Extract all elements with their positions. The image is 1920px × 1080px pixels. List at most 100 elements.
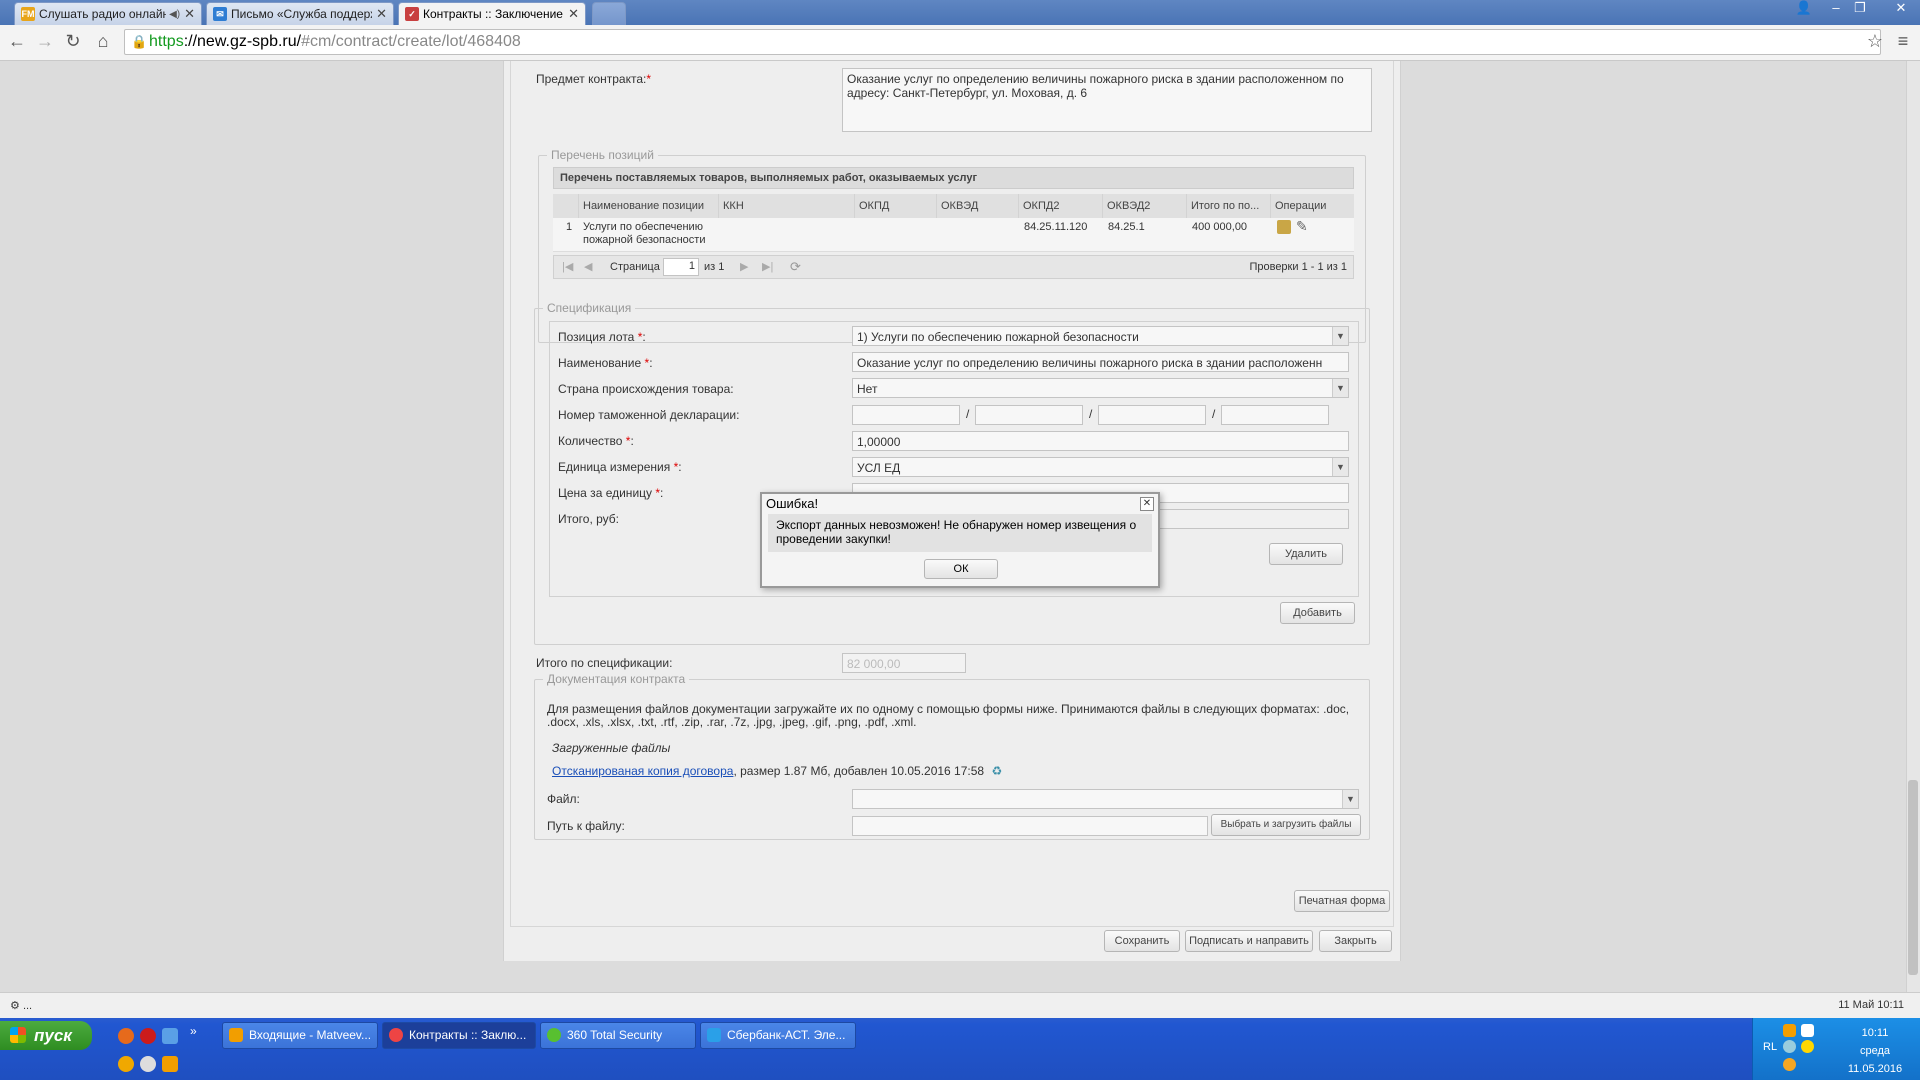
sign-and-send-button[interactable]: Подписать и направить (1185, 930, 1313, 952)
tab-contracts[interactable]: ✓ Контракты :: Заключение ✕ (398, 2, 586, 25)
task-sberbank-ast[interactable]: Сбербанк-АСТ. Эле... (700, 1022, 856, 1049)
positions-grid-header: Наименование позиции ККН ОКПД ОКВЭД ОКПД… (553, 194, 1354, 218)
choose-upload-button[interactable]: Выбрать и загрузить файлы (1211, 814, 1361, 836)
name-input[interactable]: Оказание услуг по определению величины п… (852, 352, 1349, 372)
home-icon[interactable]: ⌂ (92, 31, 114, 52)
quantity-input[interactable]: 1,00000 (852, 431, 1349, 451)
unit-select[interactable]: УСЛ ЕД ▼ (852, 457, 1349, 477)
delete-file-icon[interactable]: ♻ (991, 764, 1002, 778)
col-okpd[interactable]: ОКПД (855, 194, 937, 218)
customs-part1-input[interactable] (852, 405, 960, 425)
quantity-label: Количество *: (558, 434, 634, 448)
uploaded-file-row: Отсканированая копия договора, размер 1.… (552, 764, 1003, 778)
tab-radio[interactable]: FM Слушать радио онлайн ◀) ✕ (14, 2, 202, 25)
tray-360-icon[interactable] (1801, 1040, 1814, 1053)
start-button[interactable]: пуск (0, 1021, 92, 1050)
restore-icon[interactable]: ❐ (1848, 0, 1872, 18)
dialog-message: Экспорт данных невозможен! Не обнаружен … (768, 514, 1152, 552)
reload-icon[interactable]: ↻ (62, 31, 84, 52)
mail-favicon-icon: ✉ (213, 7, 227, 21)
address-bar[interactable]: 🔒 https://new.gz-spb.ru/#cm/contract/cre… (124, 29, 1881, 55)
media-icon[interactable] (140, 1056, 156, 1072)
outlook-icon (229, 1028, 243, 1042)
tray-outlook-icon[interactable] (1783, 1024, 1796, 1037)
path-label: Путь к файлу: (547, 819, 625, 833)
forward-icon[interactable]: → (34, 31, 56, 52)
save-button[interactable]: Сохранить (1104, 930, 1180, 952)
chevron-down-icon: ▼ (1342, 790, 1358, 808)
menu-icon[interactable]: ≡ (1892, 31, 1914, 52)
quicklaunch-more-icon[interactable]: » (190, 1024, 197, 1038)
table-row[interactable]: 1 Услуги по обеспечению пожарной безопасн… (553, 218, 1354, 252)
customs-part3-input[interactable] (1098, 405, 1206, 425)
country-select[interactable]: Нет ▼ (852, 378, 1349, 398)
edit-pencil-icon[interactable]: ✎ (1296, 218, 1308, 235)
task-360-security[interactable]: 360 Total Security (540, 1022, 696, 1049)
language-indicator[interactable]: RL (1763, 1041, 1777, 1053)
opera-icon[interactable] (140, 1028, 156, 1044)
page-number-input[interactable]: 1 (663, 258, 699, 276)
price-label: Цена за единицу *: (558, 486, 664, 500)
chevron-down-icon: ▼ (1332, 379, 1348, 397)
minimize-icon[interactable]: – (1824, 0, 1848, 18)
col-okpd2[interactable]: ОКПД2 (1019, 194, 1103, 218)
customs-part4-input[interactable] (1221, 405, 1329, 425)
close-icon[interactable]: ✕ (376, 6, 387, 22)
back-icon[interactable]: ← (6, 31, 28, 52)
col-okved2[interactable]: ОКВЭД2 (1103, 194, 1187, 218)
col-name[interactable]: Наименование позиции (579, 194, 719, 218)
tray-update-icon[interactable] (1783, 1058, 1796, 1071)
delete-button[interactable]: Удалить (1269, 543, 1343, 565)
chrome-icon[interactable] (118, 1056, 134, 1072)
outlook-icon[interactable] (162, 1056, 178, 1072)
user-icon[interactable]: 👤 (1792, 0, 1816, 18)
customs-part2-input[interactable] (975, 405, 1083, 425)
next-page-icon[interactable]: ▶ (740, 260, 748, 273)
contracts-favicon-icon: ✓ (405, 7, 419, 21)
close-icon[interactable]: ✕ (184, 6, 195, 22)
tray-network-icon[interactable] (1783, 1040, 1796, 1053)
spec-total-label: Итого по спецификации: (536, 656, 673, 670)
browser-title-bar: FM Слушать радио онлайн ◀) ✕ ✉ Письмо «С… (0, 0, 1920, 25)
refresh-icon[interactable]: ⟳ (790, 259, 801, 275)
tray-clock[interactable]: 10:11 среда 11.05.2016 (1833, 1024, 1917, 1078)
last-page-icon[interactable]: ▶| (762, 260, 773, 273)
lot-position-label: Позиция лота *: (558, 330, 646, 344)
print-form-button[interactable]: Печатная форма (1294, 890, 1390, 912)
dialog-close-icon[interactable]: ✕ (1140, 497, 1154, 511)
radio-favicon-icon: FM (21, 7, 35, 21)
tray-app-icon[interactable] (1801, 1024, 1814, 1037)
add-button[interactable]: Добавить (1280, 602, 1355, 624)
subject-textarea[interactable]: Оказание услуг по определению величины п… (842, 68, 1372, 132)
uploaded-files-title: Загруженные файлы (552, 741, 671, 755)
window-close-icon[interactable]: ✕ (1884, 0, 1918, 18)
col-total[interactable]: Итого по по... (1187, 194, 1271, 218)
dialog-title: Ошибка! (766, 496, 819, 511)
lot-position-select[interactable]: 1) Услуги по обеспечению пожарной безопа… (852, 326, 1349, 346)
status-icon: ⚙ (10, 1000, 20, 1012)
windows-logo-icon (10, 1027, 26, 1043)
task-outlook[interactable]: Входящие - Matveev... (222, 1022, 378, 1049)
close-icon[interactable]: ✕ (568, 6, 579, 22)
close-button[interactable]: Закрыть (1319, 930, 1392, 952)
scrollbar-thumb[interactable] (1908, 780, 1918, 975)
file-path-input[interactable] (852, 816, 1208, 836)
first-page-icon[interactable]: |◀ (562, 260, 573, 273)
country-label: Страна происхождения товара: (558, 382, 734, 396)
subject-label: Предмет контракта:* (536, 72, 652, 86)
tab-mail[interactable]: ✉ Письмо «Служба поддерж ✕ (206, 2, 394, 25)
prev-page-icon[interactable]: ◀ (584, 260, 592, 273)
col-okved[interactable]: ОКВЭД (937, 194, 1019, 218)
app-icon[interactable] (162, 1028, 178, 1044)
uploaded-file-link[interactable]: Отсканированая копия договора (552, 764, 733, 778)
view-icon[interactable] (1277, 220, 1291, 234)
star-icon[interactable]: ☆ (1864, 31, 1886, 52)
security-icon (547, 1028, 561, 1042)
col-kkn[interactable]: ККН (719, 194, 855, 218)
speaker-icon[interactable]: ◀) (169, 9, 180, 20)
task-chrome[interactable]: Контракты :: Заклю... (382, 1022, 536, 1049)
dialog-ok-button[interactable]: ОК (924, 559, 998, 579)
firefox-icon[interactable] (118, 1028, 134, 1044)
new-tab-button[interactable] (592, 2, 626, 25)
file-select[interactable]: ▼ (852, 789, 1359, 809)
